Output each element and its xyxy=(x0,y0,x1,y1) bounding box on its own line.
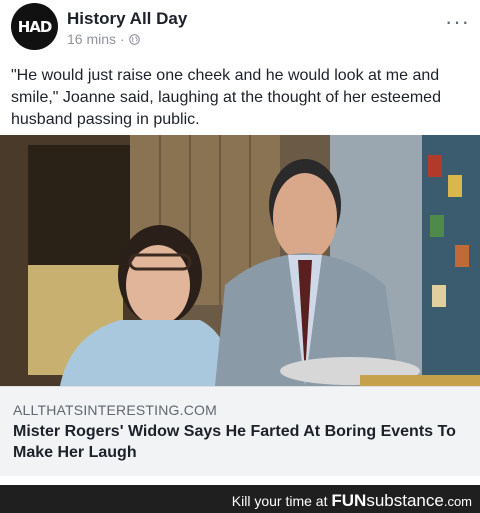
divider xyxy=(0,476,480,485)
link-domain: ALLTHATSINTERESTING.COM xyxy=(13,402,217,418)
more-options-icon[interactable]: ··· xyxy=(445,11,470,33)
footer-text: Kill your time at FUNsubstance.com xyxy=(232,491,472,511)
link-preview-photo[interactable] xyxy=(0,135,480,386)
post-meta: 16 mins · xyxy=(67,31,140,47)
page-name-link[interactable]: History All Day xyxy=(67,9,187,29)
globe-icon xyxy=(128,33,140,45)
meta-separator: · xyxy=(120,31,125,47)
link-preview-card[interactable]: ALLTHATSINTERESTING.COM Mister Rogers' W… xyxy=(0,386,480,476)
photo-illustration xyxy=(0,135,480,386)
footer-tagline: Kill your time at xyxy=(231,493,328,509)
post-text: "He would just raise one cheek and he wo… xyxy=(11,67,441,128)
footer-brand-rest: substance xyxy=(366,491,444,510)
footer-brand-tld: .com xyxy=(443,494,472,509)
watermark-footer: Kill your time at FUNsubstance.com xyxy=(0,485,480,513)
link-title[interactable]: Mister Rogers' Widow Says He Farted At B… xyxy=(13,421,473,463)
post-header: HAD History All Day 16 mins · ··· xyxy=(0,0,480,60)
footer-brand-bold: FUN xyxy=(331,491,367,510)
page-avatar[interactable]: HAD xyxy=(11,3,58,50)
post-timestamp[interactable]: 16 mins xyxy=(67,31,116,47)
